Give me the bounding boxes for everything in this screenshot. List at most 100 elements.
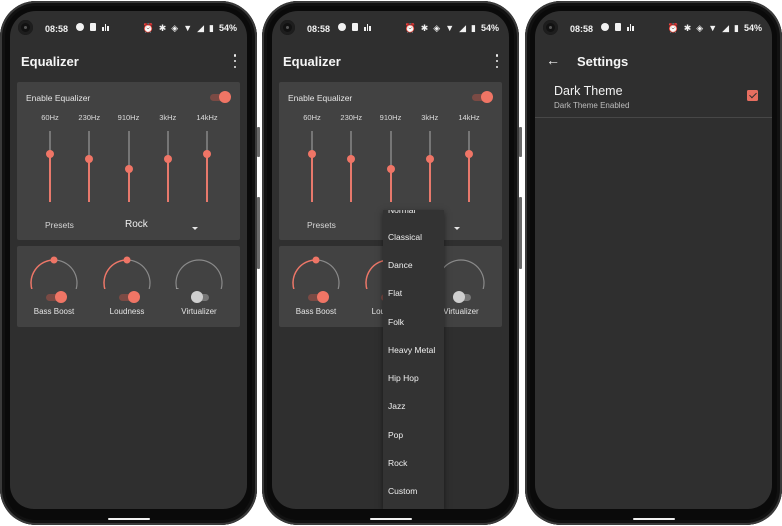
enable-equalizer-switch[interactable] (472, 91, 493, 103)
bass-boost-knob[interactable] (290, 255, 342, 289)
vibrate-icon: ◈ (171, 22, 179, 33)
slider-thumb[interactable] (425, 155, 434, 164)
band-slider[interactable]: 3kHz (412, 113, 448, 209)
preset-option-folk[interactable]: Folk (388, 317, 404, 327)
band-slider[interactable]: 910Hz (373, 113, 409, 209)
more-vert-icon[interactable] (232, 54, 238, 68)
preset-option-dance[interactable]: Dance (388, 260, 413, 270)
cell-signal-icon: ◢ (197, 22, 205, 33)
gesture-bar[interactable] (369, 518, 412, 520)
preset-option-normal[interactable]: Normal (388, 210, 415, 215)
dropdown-arrow-icon[interactable] (454, 227, 460, 230)
notification-dot-icon (338, 23, 346, 31)
arrow-back-icon[interactable]: ← (546, 53, 560, 67)
slider-thumb[interactable] (85, 155, 94, 164)
front-camera (18, 20, 33, 35)
band-slider[interactable]: 60Hz (294, 113, 330, 209)
dial-fill (30, 259, 55, 289)
preset-option-pop[interactable]: Pop (388, 430, 403, 440)
slider-thumb[interactable] (203, 150, 211, 159)
preference-summary: Dark Theme Enabled (554, 101, 630, 110)
enable-equalizer-label: Enable Equalizer (288, 93, 353, 103)
wifi-icon: ▼ (183, 22, 193, 33)
virtualizer-knob[interactable] (173, 255, 225, 289)
gesture-bar[interactable] (107, 518, 150, 520)
band-sliders: 60Hz 230Hz 910Hz 3kHz 14kHz (294, 113, 487, 209)
slider-thumb[interactable] (465, 150, 473, 159)
virtualizer-switch[interactable] (453, 291, 473, 303)
band-slider[interactable]: 230Hz (333, 113, 369, 209)
power-button (257, 127, 260, 157)
slider-fill (468, 154, 470, 202)
slider-thumb[interactable] (347, 155, 356, 164)
alarm-icon: ⏰ (667, 22, 679, 33)
slider-fill (127, 169, 130, 202)
slider-thumb[interactable] (124, 165, 133, 174)
preset-option-custom[interactable]: Custom (388, 486, 417, 496)
dial-track (292, 259, 340, 289)
app-bar: ← Settings (535, 51, 772, 75)
gesture-bar[interactable] (632, 518, 675, 520)
status-time: 08:58 (45, 24, 69, 34)
slider-fill (428, 159, 431, 202)
bass-boost-switch[interactable] (46, 291, 67, 303)
band-slider[interactable]: 14kHz (451, 113, 487, 209)
band-slider[interactable]: 910Hz (111, 113, 147, 209)
bass-boost-knob[interactable] (28, 255, 80, 289)
signal-bars-icon (102, 23, 109, 31)
volume-button (519, 197, 522, 269)
bluetooth-icon: ✱ (683, 22, 692, 33)
screen: 08:58 ⏰ ✱ ◈ ▼ ◢ ▮ 54% Equalizer Enable E… (10, 11, 247, 509)
cell-signal-icon: ◢ (459, 22, 467, 33)
slider-thumb[interactable] (46, 150, 54, 159)
status-bar: 08:58 ⏰ ✱ ◈ ▼ ◢ ▮ 54% (535, 11, 772, 47)
signal-bars-icon (364, 23, 371, 31)
dial-thumb[interactable] (312, 256, 320, 264)
band-slider[interactable]: 3kHz (150, 113, 186, 209)
page-title: Equalizer (21, 54, 79, 69)
bass-boost-switch[interactable] (308, 291, 329, 303)
loudness-knob[interactable] (101, 255, 153, 289)
band-slider[interactable]: 60Hz (32, 113, 68, 209)
bass-boost-control: Bass Boost (285, 246, 347, 327)
app-bar: Equalizer (10, 51, 247, 75)
dropdown-arrow-icon[interactable] (192, 227, 198, 230)
preference-title: Dark Theme (554, 84, 623, 98)
alarm-icon: ⏰ (404, 22, 416, 33)
preset-spinner[interactable]: Rock (125, 219, 148, 230)
page-title: Equalizer (283, 54, 341, 69)
preset-option-jazz[interactable]: Jazz (388, 401, 405, 411)
more-vert-icon[interactable] (494, 54, 500, 68)
virtualizer-control: Virtualizer (168, 246, 230, 327)
slider-thumb[interactable] (163, 155, 172, 164)
slider-fill (166, 159, 169, 202)
slider-thumb[interactable] (386, 165, 395, 174)
dial-fill (103, 259, 128, 289)
band-label: 60Hz (41, 113, 59, 122)
dark-theme-checkbox[interactable] (747, 90, 758, 101)
dial-fill (292, 259, 317, 289)
dark-theme-preference[interactable]: Dark Theme Dark Theme Enabled (535, 83, 772, 118)
dial-track (437, 259, 485, 289)
slider-thumb[interactable] (308, 150, 316, 159)
notification-dot-icon (76, 23, 84, 31)
band-slider[interactable]: 14kHz (189, 113, 225, 209)
battery-percent: 54% (743, 23, 762, 33)
preset-option-classical[interactable]: Classical (388, 232, 422, 242)
preset-option-hip-hop[interactable]: Hip Hop (388, 373, 419, 383)
dial-thumb[interactable] (123, 256, 131, 264)
front-camera (543, 20, 558, 35)
preset-option-rock[interactable]: Rock (388, 458, 407, 468)
dial-thumb[interactable] (50, 256, 58, 264)
enable-equalizer-switch[interactable] (210, 91, 231, 103)
loudness-switch[interactable] (119, 291, 140, 303)
band-slider[interactable]: 230Hz (71, 113, 107, 209)
bluetooth-icon: ✱ (158, 22, 167, 33)
battery-icon: ▮ (734, 22, 739, 33)
virtualizer-switch[interactable] (191, 291, 211, 303)
slider-fill (350, 159, 353, 202)
presets-label: Presets (45, 220, 74, 230)
volume-button (257, 197, 260, 269)
preset-option-heavy-metal[interactable]: Heavy Metal (388, 345, 435, 355)
preset-option-flat[interactable]: Flat (388, 288, 402, 298)
